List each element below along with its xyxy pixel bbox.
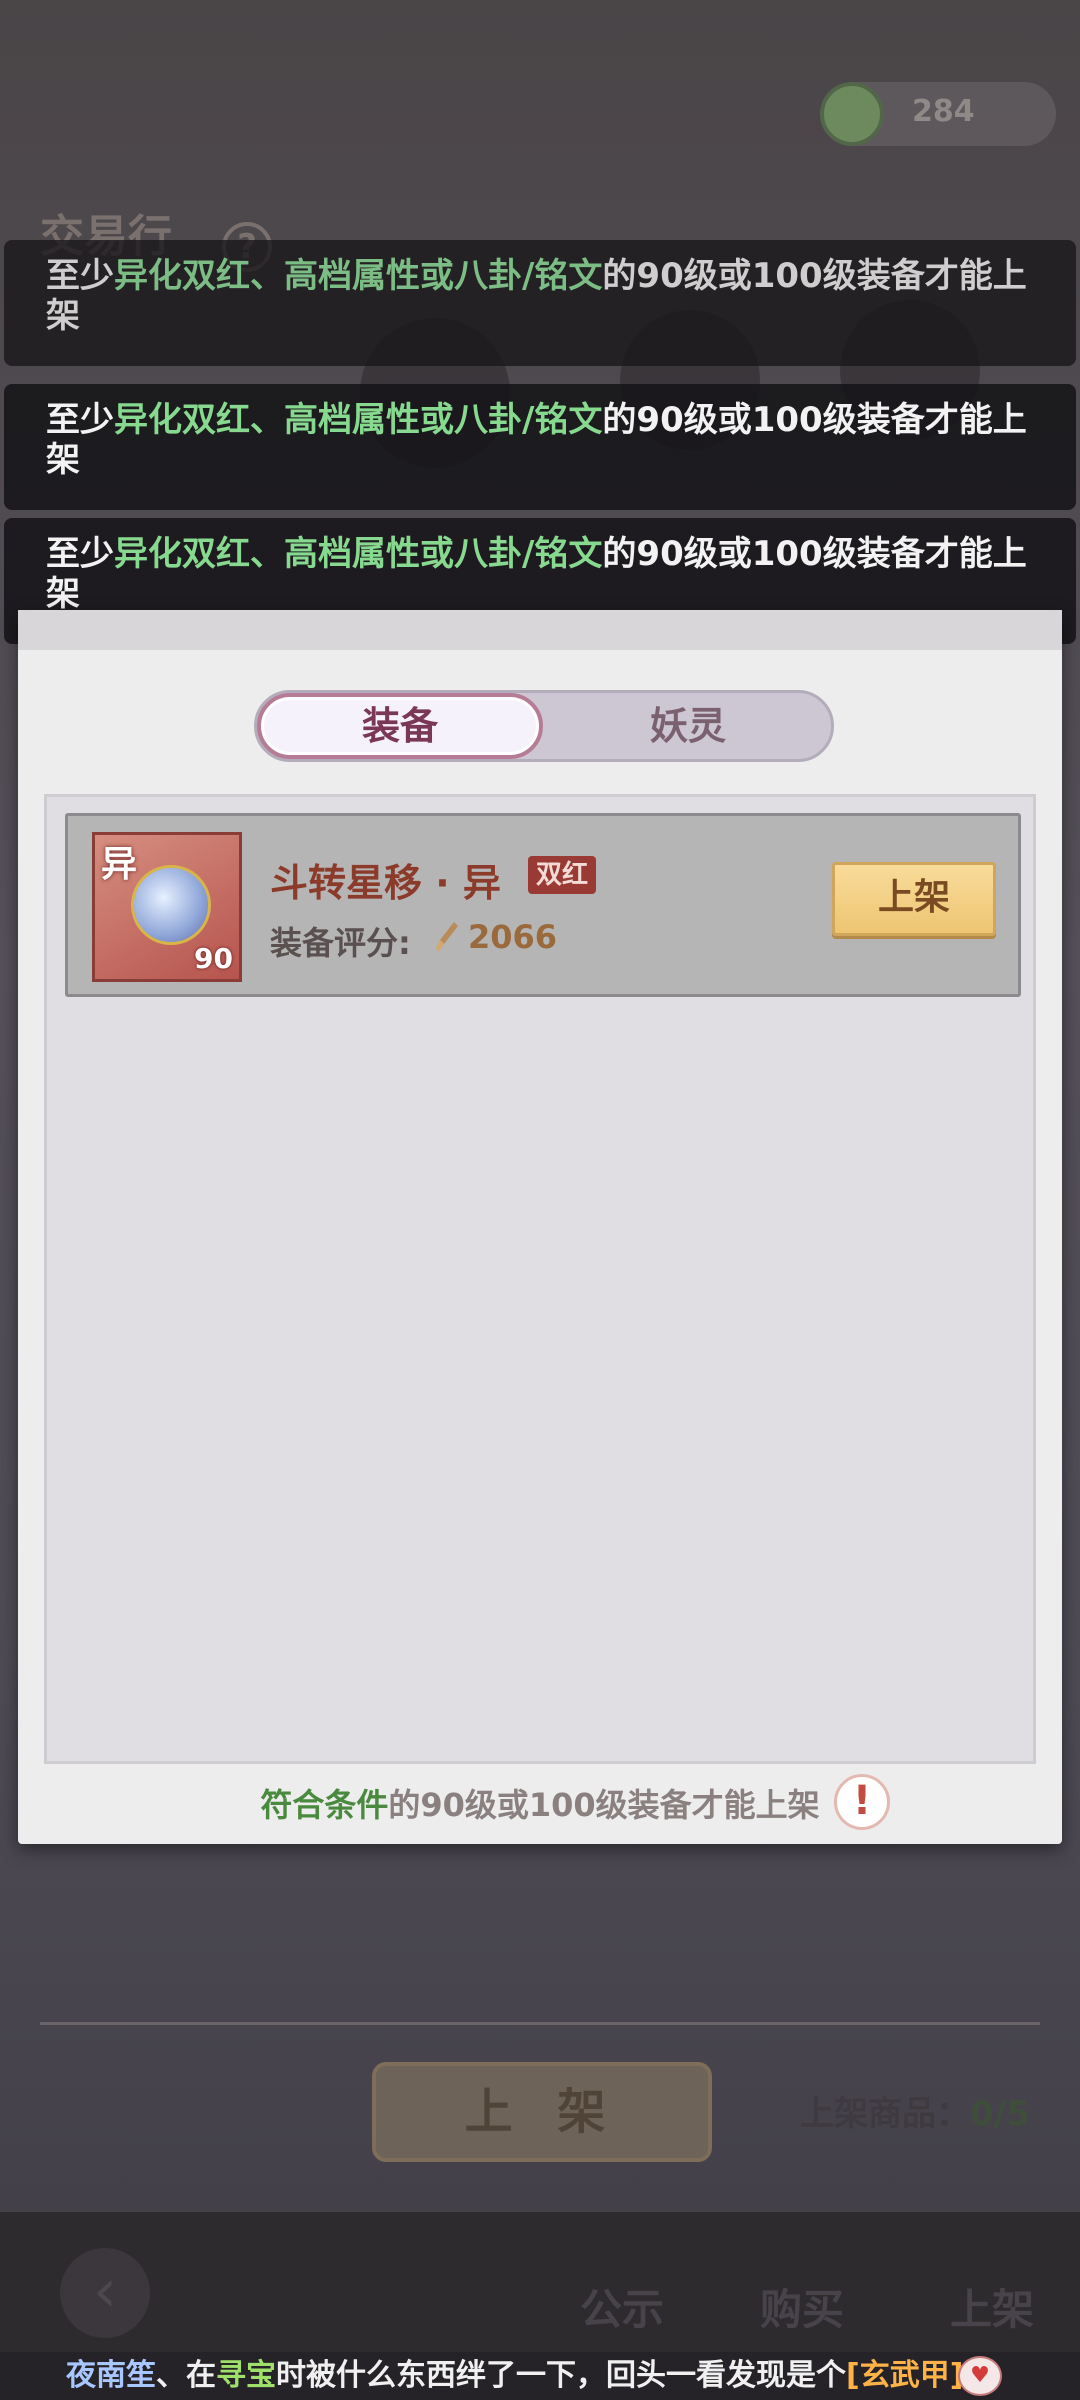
- item-tag: 双红: [528, 856, 597, 894]
- divider: [40, 2022, 1040, 2025]
- modal-header: [18, 610, 1062, 650]
- chat-user[interactable]: 夜南笙: [66, 2358, 156, 2393]
- toast-highlight: 异化双红、高档属性或八卦/铭文: [114, 256, 603, 296]
- toast-highlight: 异化双红、高档属性或八卦/铭文: [114, 534, 603, 574]
- toast-prefix: 至少: [46, 534, 114, 574]
- score-label: 装备评分:: [270, 924, 411, 962]
- item-list: 异 90 斗转星移 · 异 双红 装备评分: 2066 上架: [44, 794, 1036, 1764]
- list-item-button[interactable]: 上架: [832, 862, 996, 936]
- shelf-count-value: 0/5: [970, 2094, 1030, 2134]
- world-chat-ticker[interactable]: 夜南笙、在寻宝时被什么东西绊了一下，回头一看发现是个[玄武甲] ♥: [0, 2352, 1080, 2400]
- chat-text: 时被什么东西绊了一下，回头一看发现是个: [276, 2358, 846, 2393]
- requirement-note: 符合条件的90级或100级装备才能上架: [18, 1780, 1062, 1826]
- shelf-count-label: 上架商品：: [800, 2094, 970, 2134]
- shelf-count: 上架商品：0/5: [800, 2086, 1030, 2135]
- requirement-text: 的90级或100级装备才能上架: [388, 1786, 820, 1824]
- toast-prefix: 至少: [46, 400, 114, 440]
- tab-equipment[interactable]: 装备: [257, 693, 543, 759]
- tab-sell[interactable]: 上架: [950, 2276, 1034, 2337]
- requirement-highlight: 符合条件: [260, 1786, 389, 1824]
- back-arrow-icon[interactable]: ‹: [60, 2248, 150, 2338]
- score-brush-icon: [436, 922, 458, 952]
- tab-spirit[interactable]: 妖灵: [545, 693, 831, 759]
- equipment-art-icon: [131, 865, 211, 945]
- toast-message: 至少异化双红、高档属性或八卦/铭文的90级或100级装备才能上架: [4, 240, 1076, 366]
- mutation-badge: 异: [101, 844, 138, 885]
- category-tab-switch: 装备 妖灵: [254, 690, 834, 762]
- equipment-icon: 异 90: [92, 832, 242, 982]
- chat-place: 寻宝: [216, 2358, 276, 2393]
- toast-message: 至少异化双红、高档属性或八卦/铭文的90级或100级装备才能上架: [4, 384, 1076, 510]
- toast-prefix: 至少: [46, 256, 114, 296]
- currency-display: 284: [820, 82, 1056, 146]
- toast-highlight: 异化双红、高档属性或八卦/铭文: [114, 400, 603, 440]
- chat-text: 、在: [156, 2358, 216, 2393]
- heart-eyes-emoji-icon: ♥: [958, 2356, 1002, 2396]
- currency-value: 284: [912, 94, 975, 129]
- list-item[interactable]: 异 90 斗转星移 · 异 双红 装备评分: 2066 上架: [65, 813, 1021, 997]
- tab-announce[interactable]: 公示: [580, 2276, 664, 2337]
- item-level: 90: [194, 942, 233, 975]
- list-item-button[interactable]: 上 架: [372, 2062, 712, 2162]
- tab-buy[interactable]: 购买: [760, 2276, 844, 2337]
- chat-item-link[interactable]: [玄武甲]: [846, 2358, 963, 2393]
- info-icon[interactable]: !: [834, 1774, 890, 1830]
- listing-modal: 装备 妖灵 异 90 斗转星移 · 异 双红 装备评分: 2066 上架 符合条…: [18, 610, 1062, 1844]
- bottom-nav-bar: [0, 2212, 1080, 2352]
- score-value: 2066: [468, 918, 558, 956]
- item-name: 斗转星移 · 异: [270, 861, 501, 905]
- currency-icon: [820, 82, 884, 146]
